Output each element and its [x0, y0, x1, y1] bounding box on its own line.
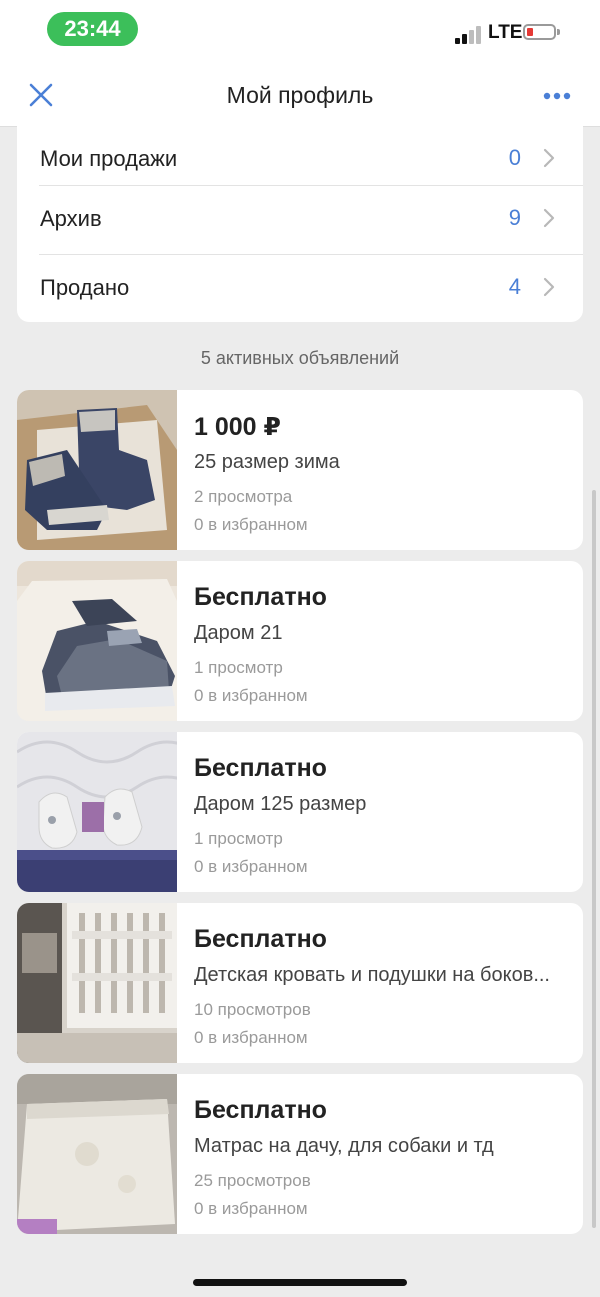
listing-favorites: 0 в избранном: [194, 1028, 308, 1047]
home-indicator[interactable]: [193, 1279, 407, 1286]
menu-item-sold[interactable]: Продано 4: [17, 255, 583, 323]
listing-views: 2 просмотра: [194, 487, 293, 506]
listing-card[interactable]: Бесплатно Матрас на дачу, для собаки и т…: [17, 1074, 583, 1234]
profile-menu: Мои продажи 0 Архив 9 Продано 4: [17, 126, 583, 322]
chevron-right-icon: [543, 208, 555, 228]
listing-favorites: 0 в избранном: [194, 686, 308, 705]
network-label: LTE: [488, 22, 523, 43]
active-listings-count: 5 активных объявлений: [200, 348, 400, 368]
listing-title: Детская кровать и подушки на боков...: [194, 964, 550, 986]
winter-boots-photo: [17, 390, 177, 550]
mattress-photo: [17, 1074, 177, 1234]
listing-title: Матрас на дачу, для собаки и тд: [194, 1135, 494, 1157]
status-time: 23:44: [47, 12, 138, 46]
listing-title: Даром 125 размер: [194, 793, 367, 815]
listing-price: Бесплатно: [194, 1096, 327, 1124]
listing-views: 25 просмотров: [194, 1171, 311, 1190]
nav-bar: Мой профиль: [0, 62, 600, 127]
sandals-photo: [17, 732, 177, 892]
chevron-right-icon: [543, 148, 555, 168]
status-bar: 23:44 LTE: [0, 0, 600, 62]
menu-item-count: 0: [508, 145, 521, 170]
page-title: Мой профиль: [226, 82, 374, 108]
menu-item-label: Продано: [40, 275, 130, 300]
listing-price: Бесплатно: [194, 925, 327, 953]
battery-icon: [523, 24, 560, 40]
chevron-right-icon: [543, 277, 555, 297]
listing-price: Бесплатно: [194, 754, 327, 782]
crib-photo: [17, 903, 177, 1063]
menu-item-archive[interactable]: Архив 9: [17, 186, 583, 254]
scrollbar[interactable]: [592, 490, 596, 1228]
menu-item-count: 4: [508, 274, 521, 299]
menu-item-label: Архив: [40, 206, 102, 231]
listing-favorites: 0 в избранном: [194, 857, 308, 876]
listing-card[interactable]: Бесплатно Даром 125 размер 1 просмотр 0 …: [17, 732, 583, 892]
listing-views: 1 просмотр: [194, 658, 283, 677]
listing-views: 1 просмотр: [194, 829, 283, 848]
listing-card[interactable]: 1 000 ₽ 25 размер зима 2 просмотра 0 в и…: [17, 390, 583, 550]
menu-item-count: 9: [508, 205, 521, 230]
menu-item-label: Мои продажи: [40, 146, 178, 171]
listing-title: 25 размер зима: [194, 451, 340, 473]
listing-favorites: 0 в избранном: [194, 515, 308, 534]
listing-price: 1 000 ₽: [194, 413, 281, 441]
listing-favorites: 0 в избранном: [194, 1199, 308, 1218]
menu-item-my-sales[interactable]: Мои продажи 0: [17, 126, 583, 194]
signal-icon: [455, 26, 483, 44]
sneakers-photo: [17, 561, 177, 721]
listing-views: 10 просмотров: [194, 1000, 311, 1019]
more-button[interactable]: [538, 84, 578, 108]
more-icon: [543, 92, 571, 100]
listing-title: Даром 21: [194, 622, 283, 644]
listing-card[interactable]: Бесплатно Даром 21 1 просмотр 0 в избран…: [17, 561, 583, 721]
listing-price: Бесплатно: [194, 583, 327, 611]
listing-card[interactable]: Бесплатно Детская кровать и подушки на б…: [17, 903, 583, 1063]
